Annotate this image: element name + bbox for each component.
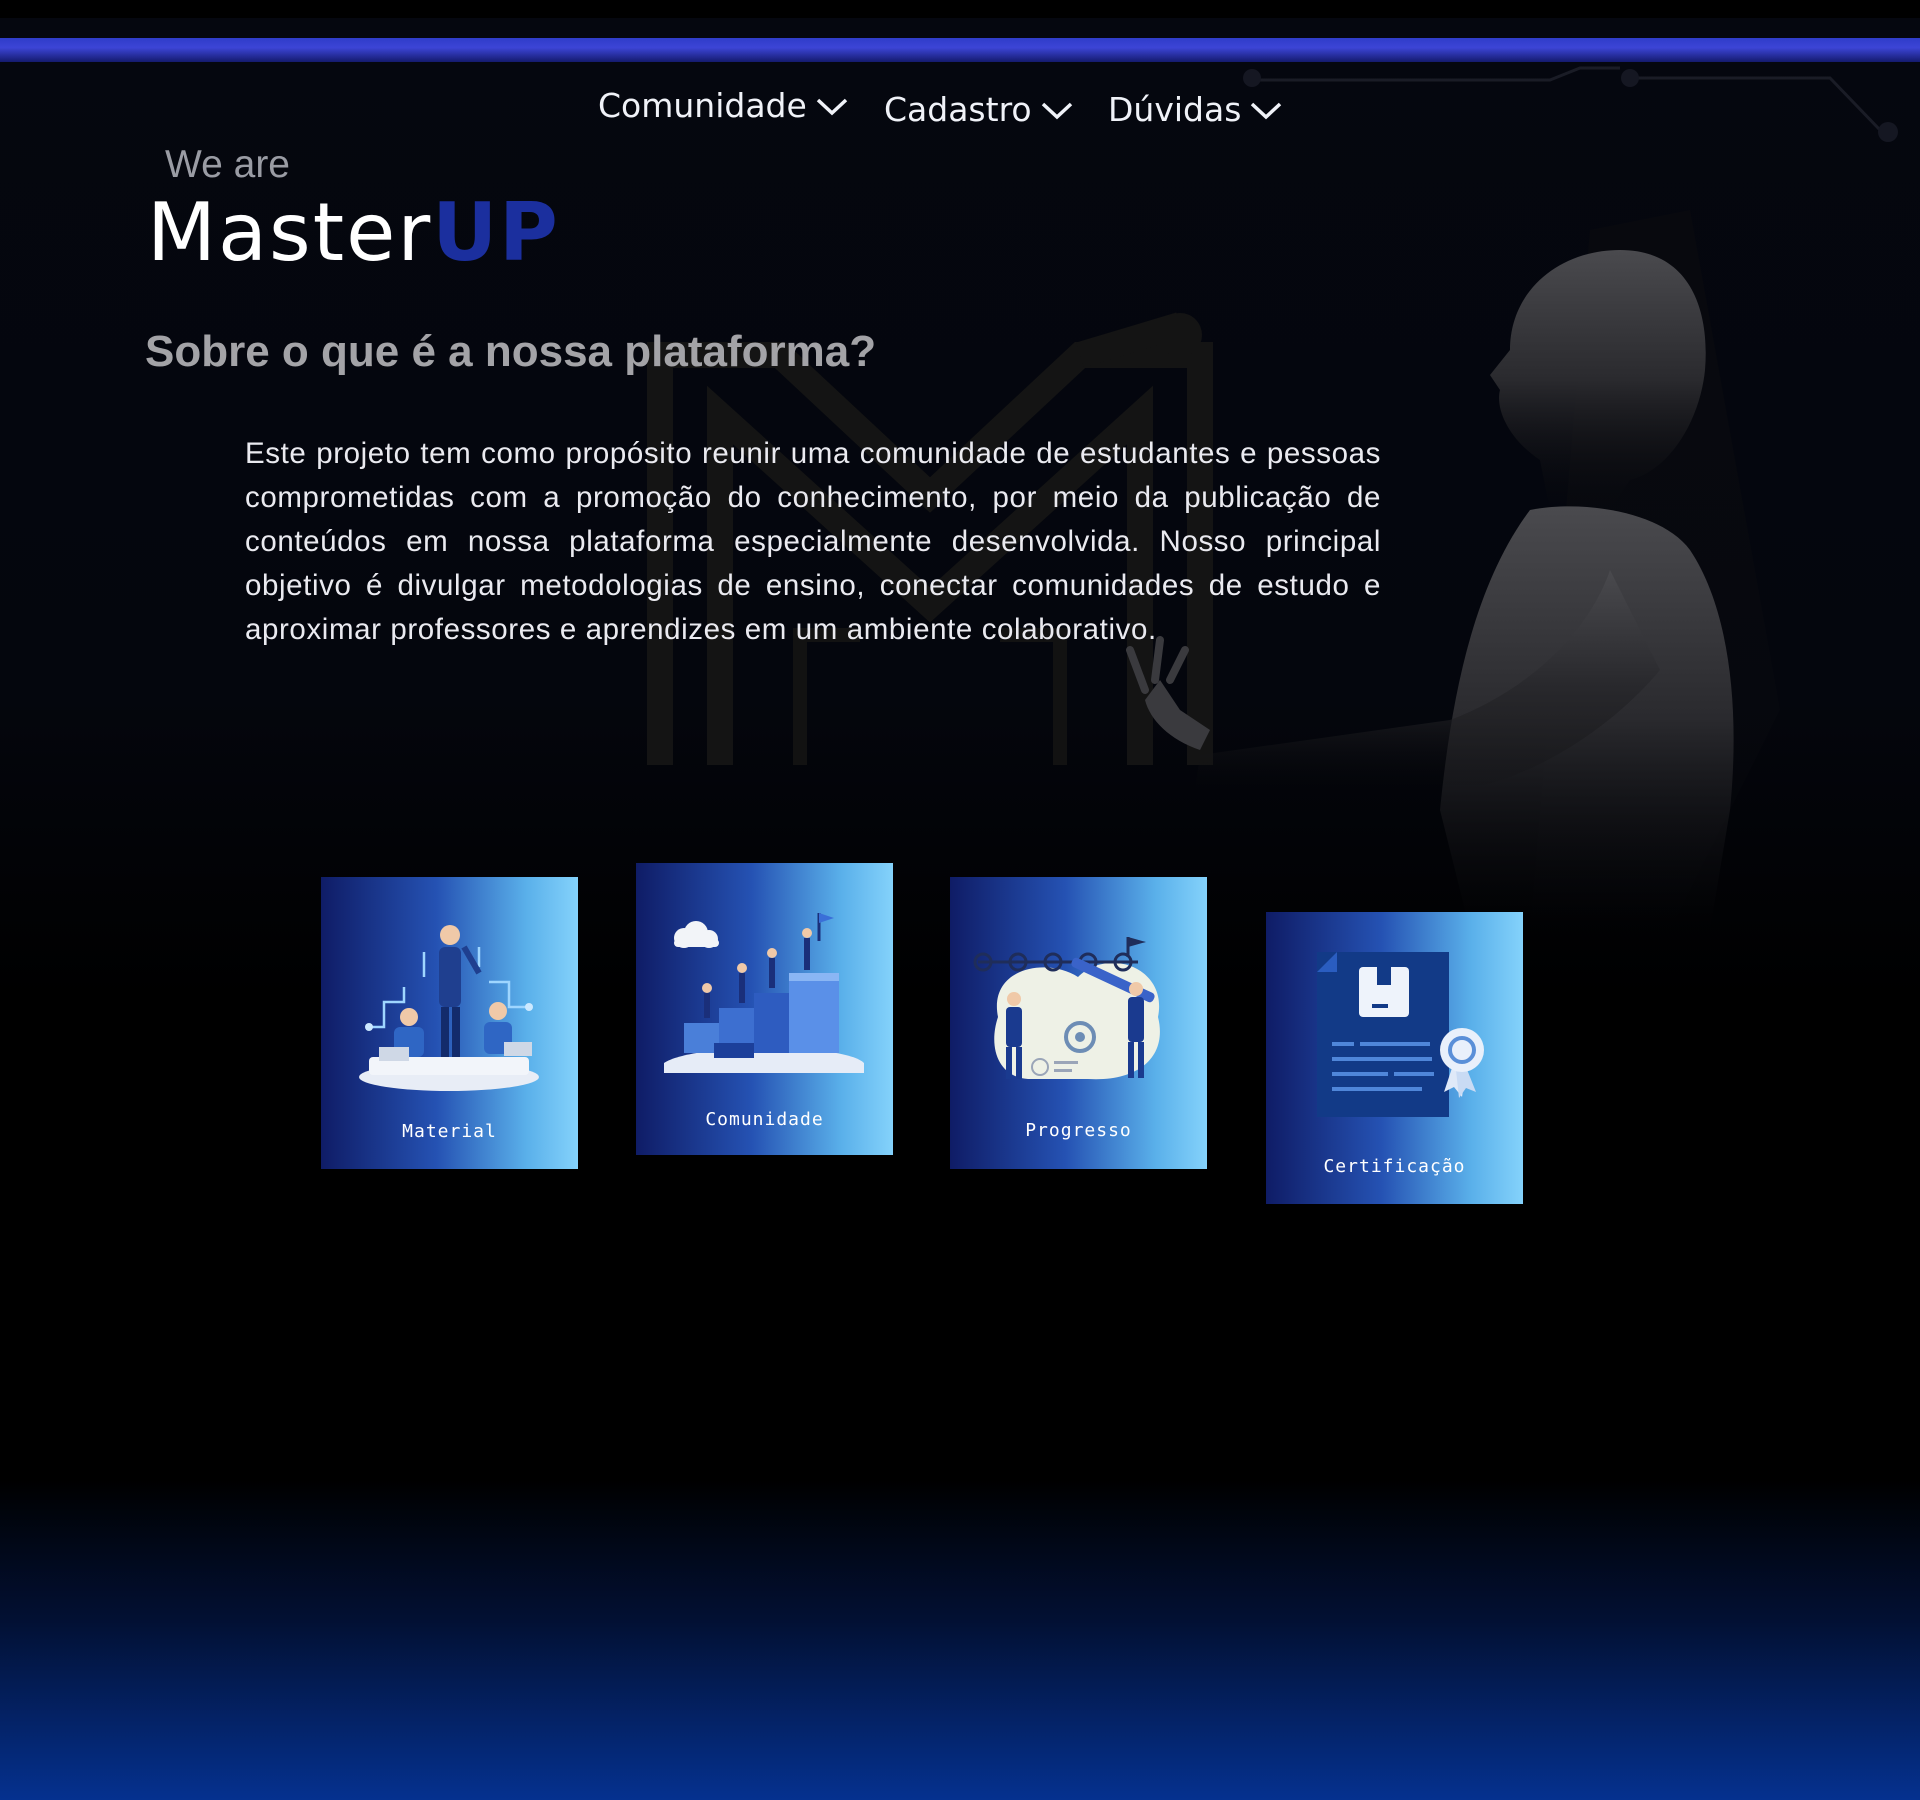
chevron-down-icon xyxy=(1251,102,1282,119)
card-label: Progresso xyxy=(1025,1120,1132,1141)
tagline: We are xyxy=(165,143,290,186)
main-nav: Comunidade Cadastro Dúvidas xyxy=(0,86,1920,138)
card-label: Material xyxy=(402,1121,497,1142)
nav-item-label: Dúvidas xyxy=(1108,90,1242,129)
card-label: Certificação xyxy=(1323,1156,1466,1177)
nav-item-cadastro[interactable]: Cadastro xyxy=(884,90,1074,129)
section-heading: Sobre o que é a nossa plataforma? xyxy=(145,327,877,376)
chevron-down-icon xyxy=(1041,102,1072,119)
accent-bar xyxy=(0,38,1920,62)
card-material[interactable]: Material xyxy=(321,877,578,1169)
team-study-illustration xyxy=(359,925,539,1091)
nav-item-label: Cadastro xyxy=(884,90,1032,129)
nav-item-comunidade[interactable]: Comunidade xyxy=(598,86,849,125)
card-progresso[interactable]: Progresso xyxy=(950,877,1207,1169)
card-label: Comunidade xyxy=(705,1109,824,1130)
top-strip xyxy=(0,0,1920,18)
chevron-down-icon xyxy=(816,98,847,115)
nav-item-duvidas[interactable]: Dúvidas xyxy=(1108,90,1283,129)
card-certificacao[interactable]: Certificação xyxy=(1266,912,1523,1204)
about-description: Este projeto tem como propósito reunir u… xyxy=(245,437,1381,646)
progress-goal-illustration xyxy=(973,937,1160,1080)
brand-logo[interactable]: MasterUP xyxy=(147,188,560,278)
certificate-document-illustration xyxy=(1317,952,1484,1117)
nav-item-label: Comunidade xyxy=(598,86,807,125)
brand-name: Master xyxy=(147,186,433,279)
brand-accent: UP xyxy=(432,186,560,279)
card-comunidade[interactable]: Comunidade xyxy=(636,863,893,1155)
community-steps-illustration xyxy=(664,913,864,1073)
